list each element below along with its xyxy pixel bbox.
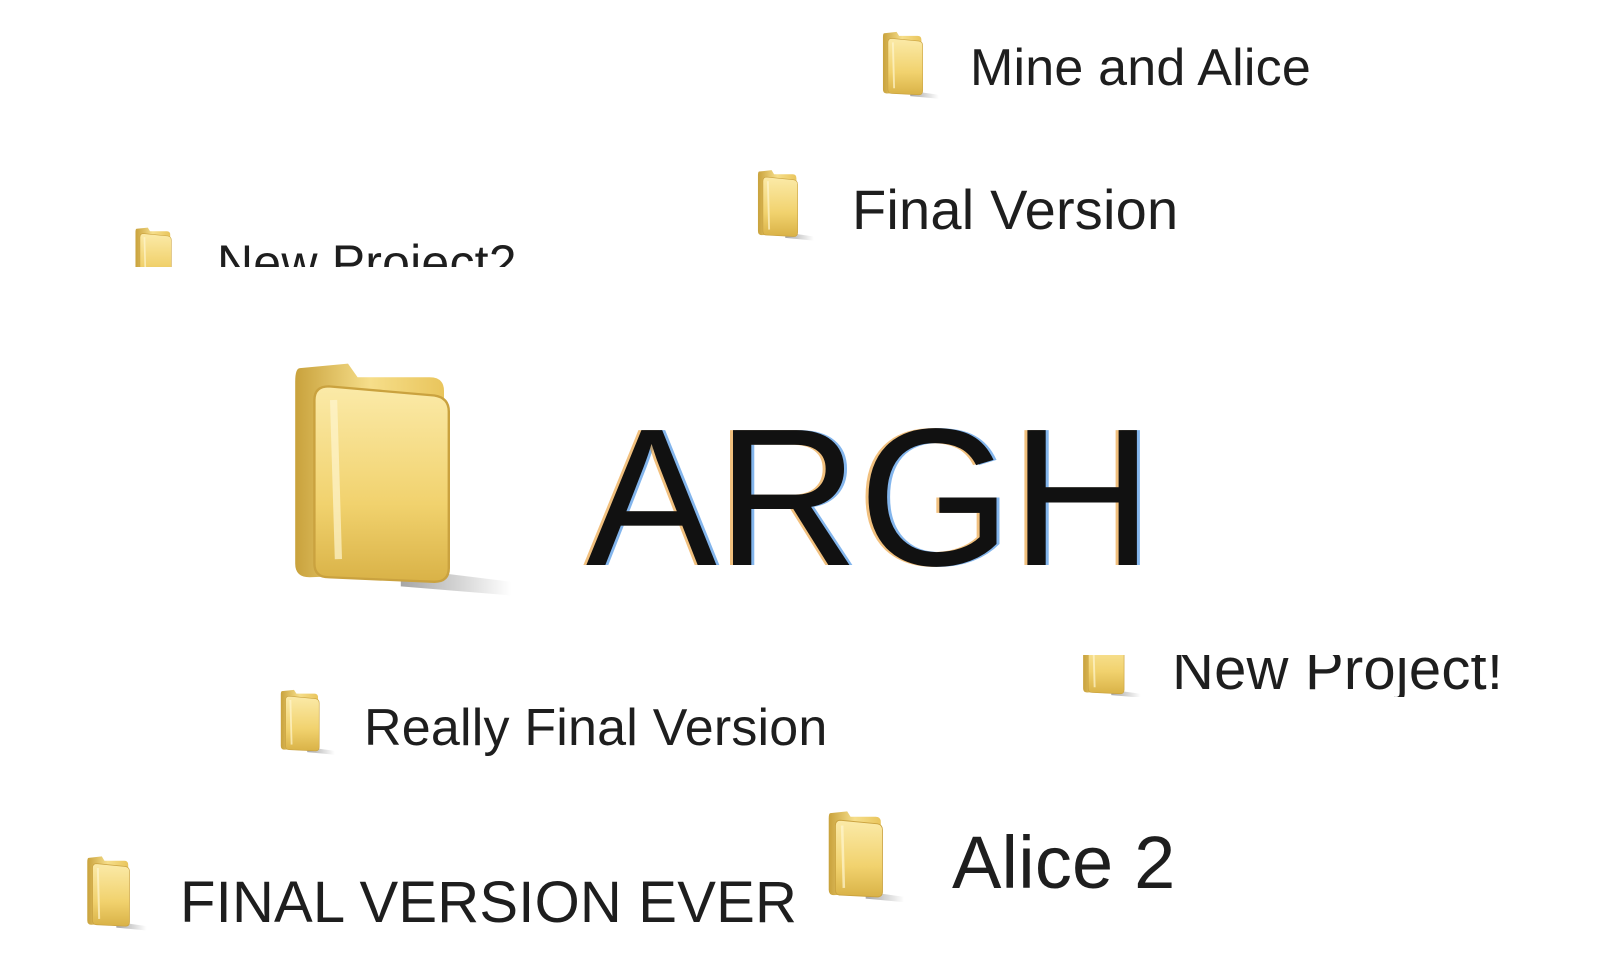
folder-label: New Project! [1172,655,1504,697]
folder-icon [276,686,336,756]
folder-label: FINAL VERSION EVER [180,870,798,935]
folder-label: ARGH [586,388,1154,607]
folder-new-project-exclaim[interactable]: New Project! [1078,655,1598,697]
folder-alice-2[interactable]: Alice 2 [822,806,1242,916]
folder-new-project2[interactable]: New Project2 [131,224,551,267]
folder-icon [82,852,148,932]
folder-argh[interactable]: ARGH [276,350,1153,610]
folder-label: Final Version [852,178,1179,241]
folder-label: Mine and Alice [970,39,1312,97]
folder-final-version[interactable]: Final Version [753,166,1223,250]
folder-icon [131,224,187,267]
folder-icon [276,350,516,600]
folder-icon [822,806,906,904]
folder-mine-and-alice[interactable]: Mine and Alice [878,28,1348,108]
folder-label: New Project2 [217,235,517,267]
folder-label: Alice 2 [952,821,1176,904]
desktop: Mine and Alice Final Version New Project… [0,0,1604,968]
folder-icon [1078,655,1142,697]
folder-label: Really Final Version [364,699,828,757]
folder-icon [878,28,940,100]
folder-icon [753,166,815,242]
folder-really-final-version[interactable]: Really Final Version [276,686,876,766]
folder-final-version-ever[interactable]: FINAL VERSION EVER [82,852,802,942]
